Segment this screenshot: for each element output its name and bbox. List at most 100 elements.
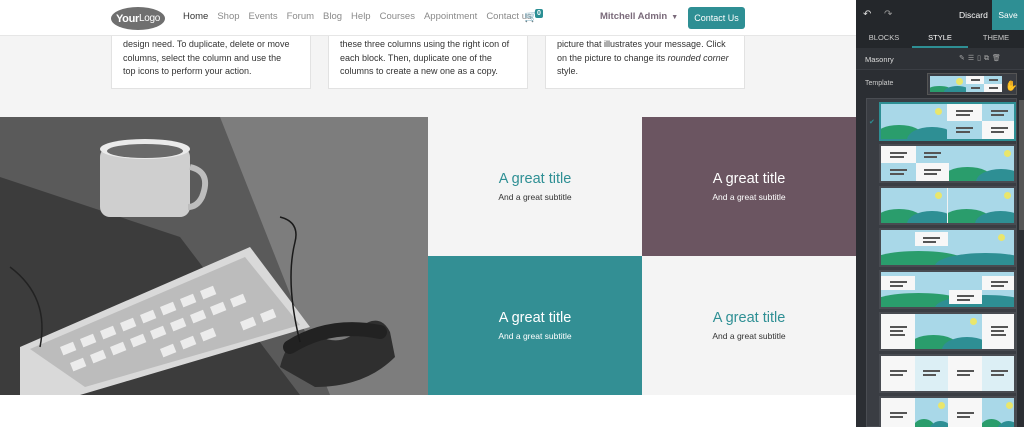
feature-text-emphasis: rounded corner (667, 52, 729, 63)
keyboard-photo[interactable] (0, 117, 428, 395)
feature-card[interactable]: picture that illustrates your message. C… (545, 36, 745, 89)
template-option-text (881, 146, 916, 163)
template-option[interactable] (879, 354, 1016, 393)
check-icon: ✔ (869, 119, 875, 126)
feature-text-line: on the picture to change its rounded cor… (557, 52, 733, 66)
site-logo[interactable]: Your Logo (111, 7, 165, 30)
feature-text-line: these three columns using the right icon… (340, 39, 510, 49)
next-section (0, 395, 856, 427)
nav-shop[interactable]: Shop (217, 11, 239, 22)
template-option[interactable] (879, 270, 1016, 309)
feature-text-line: each block. Then, duplicate one of the (340, 52, 492, 63)
features-section: design need. To duplicate, delete or mov… (0, 36, 856, 117)
cart-button[interactable]: 🛒 0 (524, 9, 543, 23)
template-option[interactable] (879, 312, 1016, 351)
template-option-image (948, 188, 1014, 223)
nav-appointment[interactable]: Appointment (424, 11, 477, 22)
redo-icon[interactable]: ↷ (884, 9, 892, 20)
logo-text-bold: Your (115, 12, 139, 25)
template-option-text (982, 314, 1014, 349)
keyboard-photo-illustration (0, 117, 428, 395)
template-option[interactable] (879, 228, 1016, 267)
tile-title: A great title (712, 310, 786, 326)
editor-toolbar: ↶ ↷ Discard Save (856, 0, 1024, 30)
template-option-image (881, 230, 1014, 265)
template-preview-text (966, 76, 984, 84)
discard-button[interactable]: Discard (959, 10, 988, 20)
feature-card[interactable]: these three columns using the right icon… (328, 36, 528, 89)
editor-panel: ↶ ↷ Discard Save BLOCKS STYLE THEME Maso… (856, 0, 1024, 427)
snippet-options-header: Masonry ✎☰▯⧉🗑 (856, 48, 1024, 70)
template-preview-text (984, 76, 1002, 84)
logo-text-light: Logo (139, 13, 161, 24)
template-option[interactable] (879, 144, 1016, 183)
template-option-text (881, 398, 915, 427)
template-option-text (881, 314, 915, 349)
hand-cursor-icon: ✋ (1005, 81, 1018, 92)
template-option-image (881, 188, 947, 223)
masonry-tile[interactable]: A great title And a great subtitle (428, 256, 642, 395)
template-option-text (881, 163, 916, 181)
snippet-action-icons[interactable]: ✎☰▯⧉🗑 (959, 54, 1004, 63)
template-option-text (982, 276, 1014, 290)
template-option-text (982, 121, 1014, 139)
tile-subtitle: And a great subtitle (712, 331, 786, 341)
feature-text-line: style. (557, 66, 579, 76)
template-option-text (916, 163, 949, 181)
feature-text-line: columns, select the column and use the (123, 52, 282, 63)
dropdown-scrollbar[interactable] (1019, 100, 1024, 427)
website-header: Your Logo Home Shop Events Forum Blog Hel… (0, 0, 856, 36)
feature-card[interactable]: design need. To duplicate, delete or mov… (111, 36, 311, 89)
tab-theme[interactable]: THEME (968, 30, 1024, 48)
main-nav: Home Shop Events Forum Blog Help Courses… (183, 11, 541, 22)
masonry-tile[interactable]: A great title And a great subtitle (642, 256, 856, 395)
template-option-image (881, 104, 947, 139)
nav-home[interactable]: Home (183, 11, 208, 22)
template-option-text (948, 398, 982, 427)
tile-title: A great title (712, 171, 786, 187)
template-option-text (881, 356, 915, 391)
template-preview-text (966, 84, 984, 92)
chevron-down-icon: ▼ (671, 14, 679, 21)
template-option[interactable] (879, 396, 1016, 427)
user-menu[interactable]: Mitchell Admin ▼ (600, 11, 678, 22)
save-button[interactable]: Save (992, 0, 1024, 30)
template-option[interactable] (879, 102, 1016, 141)
template-option-text (949, 290, 982, 304)
feature-text-line: picture that illustrates your message. C… (557, 39, 726, 49)
contact-us-button[interactable]: Contact Us (688, 7, 745, 29)
user-name: Mitchell Admin (600, 11, 668, 22)
template-label: Template (865, 80, 894, 87)
feature-text-line: top icons to perform your action. (123, 66, 252, 76)
masonry-tile[interactable]: A great title And a great subtitle (642, 117, 856, 256)
scrollbar-thumb[interactable] (1019, 100, 1024, 230)
tile-title: A great title (498, 171, 572, 187)
nav-help[interactable]: Help (351, 11, 371, 22)
nav-events[interactable]: Events (249, 11, 278, 22)
feature-text: on the picture to change its (557, 52, 668, 63)
tile-subtitle: And a great subtitle (498, 331, 572, 341)
template-option-text (947, 104, 982, 121)
template-option-text (881, 276, 915, 290)
template-preview-image (930, 76, 966, 92)
masonry-tile[interactable]: A great title And a great subtitle (428, 117, 642, 256)
template-option-text (982, 104, 1014, 121)
template-select[interactable] (927, 73, 1017, 95)
template-option-text (982, 356, 1014, 391)
feature-text-line: design need. To duplicate, delete or mov… (123, 39, 290, 49)
masonry-section[interactable]: A great title And a great subtitle A gre… (0, 117, 856, 395)
snippet-name: Masonry (865, 55, 894, 64)
template-option-image (982, 398, 1014, 427)
nav-courses[interactable]: Courses (380, 11, 415, 22)
nav-forum[interactable]: Forum (287, 11, 314, 22)
nav-blog[interactable]: Blog (323, 11, 342, 22)
tab-blocks[interactable]: BLOCKS (856, 30, 912, 48)
tab-style[interactable]: STYLE (912, 30, 968, 48)
template-dropdown: ✔ (866, 98, 1017, 427)
template-option[interactable] (879, 186, 1016, 225)
undo-icon[interactable]: ↶ (863, 9, 871, 20)
template-option-image (915, 398, 948, 427)
feature-text-line: columns to create a new one as a copy. (340, 66, 498, 76)
website-preview: Your Logo Home Shop Events Forum Blog Hel… (0, 0, 856, 427)
tile-title: A great title (498, 310, 572, 326)
